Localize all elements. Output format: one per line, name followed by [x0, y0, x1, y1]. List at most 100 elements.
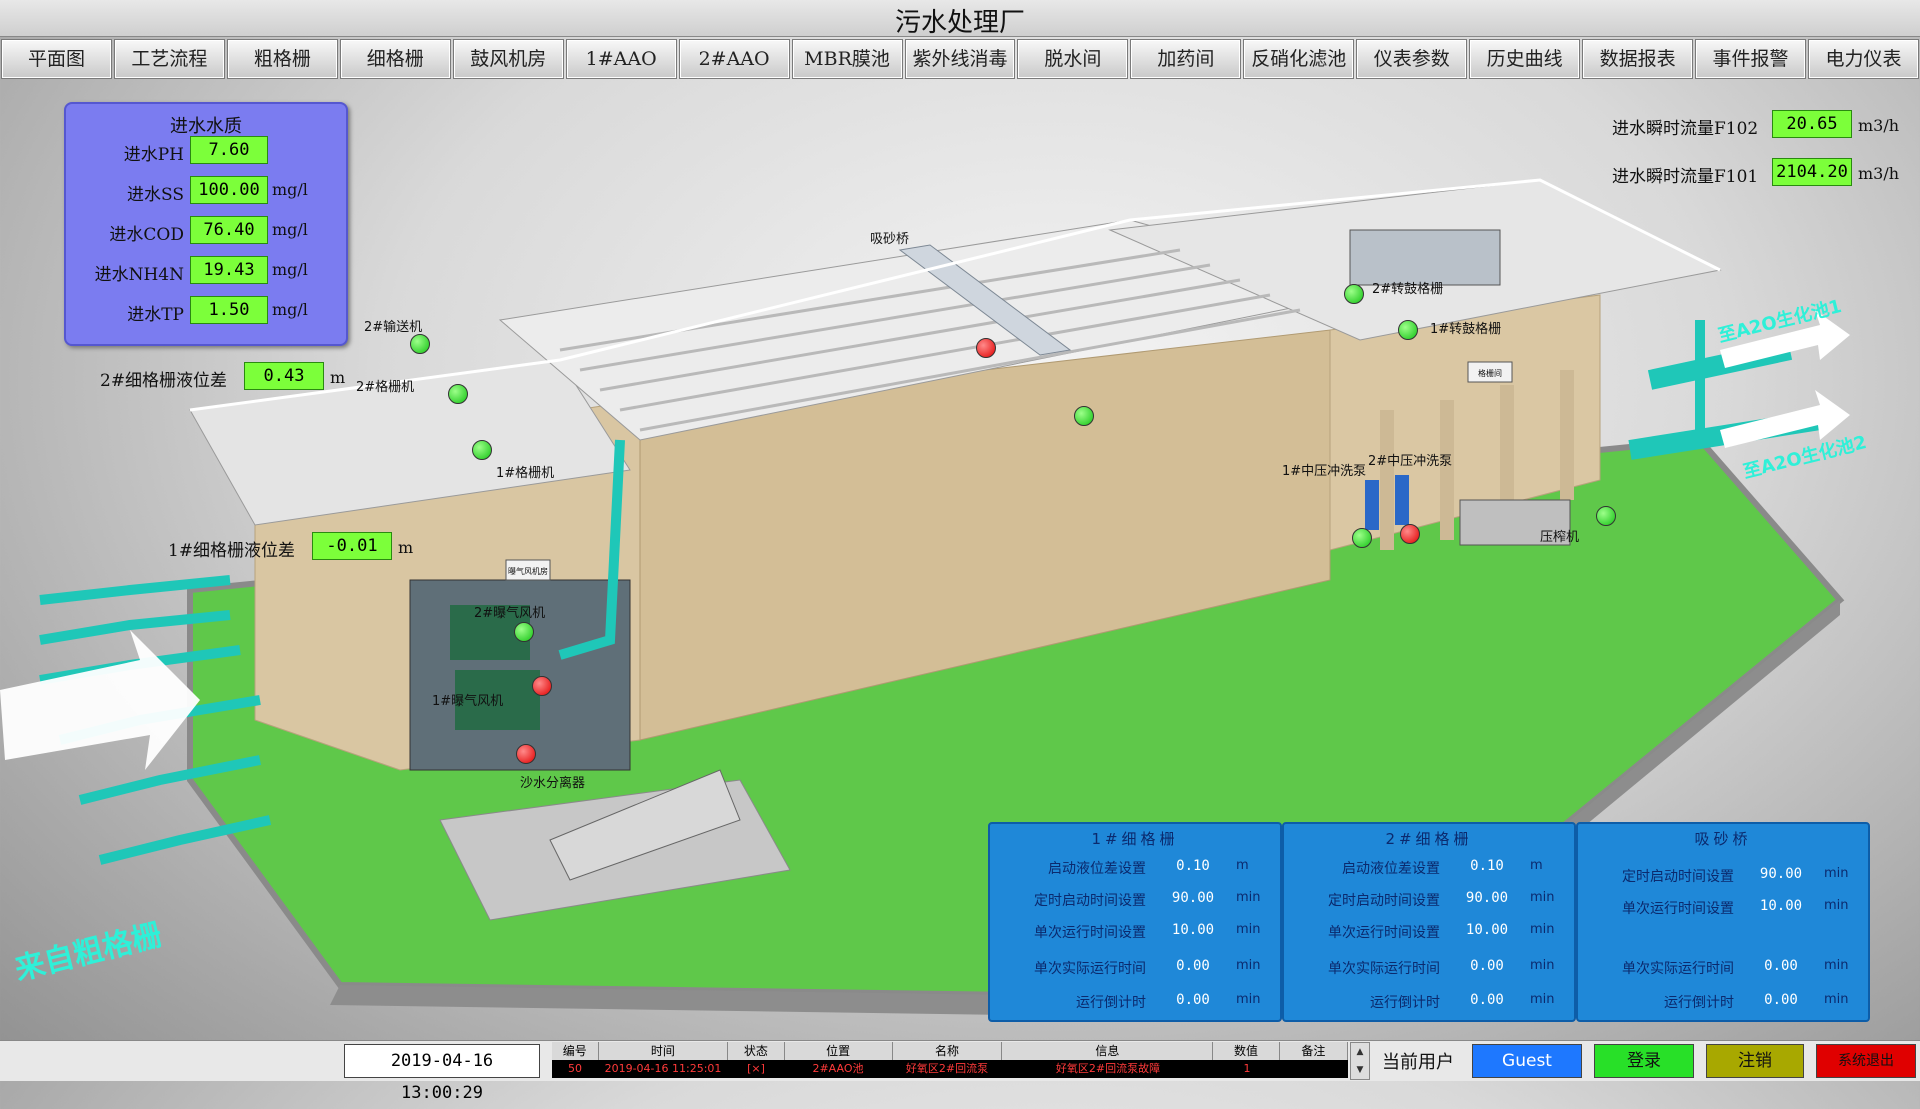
tab-instruments[interactable]: 仪表参数	[1356, 39, 1468, 79]
tab-aao-1[interactable]: 1#AAO	[565, 39, 677, 79]
quality-value-ph: 7.60	[190, 136, 268, 164]
setting-value: 0.00	[1176, 992, 1210, 1008]
tab-history[interactable]: 历史曲线	[1469, 39, 1581, 79]
setting-value[interactable]: 0.10	[1158, 858, 1228, 874]
level-diff-2-unit: m	[330, 368, 346, 387]
setting-row: 定时启动时间设置 90.00 min	[1284, 890, 1574, 918]
panel-title: 1#细格栅	[1091, 830, 1179, 848]
event-col-time[interactable]: 时间	[599, 1042, 729, 1060]
tab-power[interactable]: 电力仪表	[1808, 39, 1919, 79]
setting-value[interactable]: 0.10	[1452, 858, 1522, 874]
setting-value[interactable]: 90.00	[1158, 890, 1228, 906]
status-drum-grille-2-icon[interactable]	[1344, 284, 1364, 304]
tab-reports[interactable]: 数据报表	[1582, 39, 1694, 79]
scroll-down-icon[interactable]: ▼	[1351, 1061, 1369, 1079]
level-diff-2-label: 2#细格栅液位差	[100, 371, 228, 391]
label-blower-2: 2#曝气风机	[474, 606, 546, 621]
setting-label: 运行倒计时	[1370, 995, 1440, 1011]
setting-label: 单次实际运行时间	[1622, 961, 1734, 977]
status-separator-icon[interactable]	[516, 744, 536, 764]
setting-row: 运行倒计时 0.00 min	[990, 992, 1280, 1020]
tab-fine-grille[interactable]: 细格栅	[339, 39, 451, 79]
fine-grille-1-panel: 1#细格栅 启动液位差设置 0.10 m 定时启动时间设置 90.00 min 单次运行…	[988, 822, 1282, 1022]
sand-bridge-panel: 吸砂桥 定时启动时间设置 90.00 min 单次运行时间设置 10.00 min 单次…	[1576, 822, 1870, 1022]
event-col-name[interactable]: 名称	[893, 1042, 1003, 1060]
setting-label: 单次运行时间设置	[1622, 901, 1734, 917]
tab-uv[interactable]: 紫外线消毒	[904, 39, 1016, 79]
setting-value[interactable]: 10.00	[1158, 922, 1228, 938]
tab-aao-2[interactable]: 2#AAO	[678, 39, 790, 79]
event-col-value[interactable]: 数值	[1213, 1042, 1280, 1060]
status-conveyor-2-icon[interactable]	[410, 334, 430, 354]
status-sand-bridge-run-icon[interactable]	[1074, 406, 1094, 426]
tab-process[interactable]: 工艺流程	[113, 39, 225, 79]
quality-label: 进水NH4N	[94, 265, 184, 285]
setting-row: 单次运行时间设置 10.00 min	[1284, 922, 1574, 950]
inlet-quality-title: 进水水质	[170, 116, 242, 137]
setting-row: 运行倒计时 0.00 min	[1284, 992, 1574, 1020]
tab-plan[interactable]: 平面图	[1, 39, 112, 79]
status-grille-1-icon[interactable]	[472, 440, 492, 460]
tab-dewater[interactable]: 脱水间	[1017, 39, 1129, 79]
logout-button[interactable]: 注销	[1706, 1044, 1804, 1078]
event-col-location[interactable]: 位置	[785, 1042, 893, 1060]
status-blower-1-icon[interactable]	[532, 676, 552, 696]
setting-value[interactable]: 10.00	[1746, 898, 1816, 914]
quality-unit: mg/l	[272, 180, 308, 199]
event-log-header: 编号 时间 状态 位置 名称 信息 数值 备注	[552, 1042, 1348, 1060]
quality-value-tp: 1.50	[190, 296, 268, 324]
tab-denitrification[interactable]: 反硝化滤池	[1243, 39, 1355, 79]
tab-mbr[interactable]: MBR膜池	[791, 39, 903, 79]
event-cell-id: 50	[568, 1062, 582, 1075]
setting-unit: min	[1824, 992, 1849, 1007]
setting-value[interactable]: 90.00	[1746, 866, 1816, 882]
setting-row: 定时启动时间设置 90.00 min	[1578, 866, 1868, 894]
level-diff-1-unit: m	[398, 538, 414, 557]
tab-alarms[interactable]: 事件报警	[1695, 39, 1806, 79]
status-sand-bridge-alarm-icon[interactable]	[976, 338, 996, 358]
status-blower-2-icon[interactable]	[514, 622, 534, 642]
login-button[interactable]: 登录	[1594, 1044, 1694, 1078]
tab-blower-room[interactable]: 鼓风机房	[452, 39, 564, 79]
event-row[interactable]: 50 2019-04-16 11:25:01 [×] 2#AAO池 好氧区2#回…	[552, 1060, 1348, 1078]
panel-title: 2#细格栅	[1385, 830, 1473, 848]
user-name-display: Guest	[1472, 1044, 1582, 1078]
event-log-scrollbar[interactable]: ▲ ▼	[1350, 1042, 1370, 1080]
event-cell-name: 好氧区2#回流泵	[905, 1062, 989, 1075]
event-col-id[interactable]: 编号	[552, 1042, 599, 1060]
drum-grille-equipment	[1349, 229, 1501, 286]
setting-label: 定时启动时间设置	[1622, 869, 1734, 885]
flow-f102-label: 进水瞬时流量F102	[1612, 119, 1759, 139]
tab-coarse-grille[interactable]: 粗格栅	[226, 39, 338, 79]
event-col-info[interactable]: 信息	[1002, 1042, 1214, 1060]
setting-unit: min	[1236, 992, 1261, 1007]
event-col-note[interactable]: 备注	[1280, 1042, 1348, 1060]
setting-value[interactable]: 10.00	[1452, 922, 1522, 938]
event-cell-info: 好氧区2#回流泵故障	[1055, 1062, 1161, 1075]
status-wash-pump-1-icon[interactable]	[1352, 528, 1372, 548]
setting-label: 定时启动时间设置	[1328, 893, 1440, 909]
status-grille-2-icon[interactable]	[448, 384, 468, 404]
scroll-up-icon[interactable]: ▲	[1351, 1043, 1369, 1061]
nav-bar: 平面图 工艺流程 粗格栅 细格栅 鼓风机房 1#AAO 2#AAO MBR膜池 …	[0, 38, 1920, 80]
label-blower-1: 1#曝气风机	[432, 694, 504, 709]
event-col-status[interactable]: 状态	[728, 1042, 785, 1060]
label-drum-grille-2: 2#转鼓格栅	[1372, 282, 1444, 297]
setting-value: 0.00	[1764, 992, 1798, 1008]
event-cell-note	[1280, 1060, 1348, 1078]
grille-house-sign: 格栅间	[1478, 368, 1502, 378]
status-wash-pump-2-icon[interactable]	[1400, 524, 1420, 544]
setting-row: 单次实际运行时间 0.00 min	[990, 958, 1280, 986]
status-drum-grille-1-icon[interactable]	[1398, 320, 1418, 340]
flow-f101-label: 进水瞬时流量F101	[1612, 167, 1759, 187]
exit-system-button[interactable]: 系统退出	[1816, 1044, 1916, 1078]
setting-row: 单次运行时间设置 10.00 min	[1578, 898, 1868, 926]
setting-value[interactable]: 90.00	[1452, 890, 1522, 906]
blower-house-sign: 曝气风机房	[508, 566, 548, 576]
setting-value: 0.00	[1176, 958, 1210, 974]
label-from-coarse: 来自粗格栅	[11, 918, 165, 988]
quality-label: 进水SS	[127, 185, 184, 205]
tab-dosing[interactable]: 加药间	[1130, 39, 1242, 79]
setting-row: 启动液位差设置 0.10 m	[990, 858, 1280, 886]
status-compactor-icon[interactable]	[1596, 506, 1616, 526]
